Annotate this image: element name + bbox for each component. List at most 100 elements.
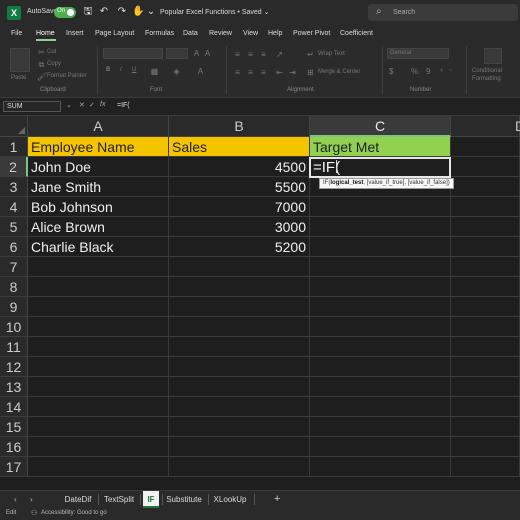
grid-cell[interactable] (451, 317, 520, 337)
grid-cell[interactable] (451, 137, 520, 157)
currency-button[interactable]: $ (389, 67, 393, 76)
row-header[interactable]: 14 (0, 397, 28, 417)
grid-cell[interactable] (451, 377, 520, 397)
row-header[interactable]: 10 (0, 317, 28, 337)
sheet-tab-datedif[interactable]: DateDif (58, 491, 98, 508)
grid-cell[interactable] (28, 417, 169, 437)
cut-icon[interactable]: ✂ (37, 48, 46, 57)
undo-icon[interactable]: ↶ (98, 6, 110, 18)
grid-cell[interactable] (28, 277, 169, 297)
cancel-icon[interactable]: ✕ (79, 101, 85, 109)
decrease-decimal-icon[interactable]: ⁻ (446, 67, 455, 76)
row-header[interactable]: 8 (0, 277, 28, 297)
grid-cell[interactable] (169, 417, 310, 437)
row-header[interactable]: 9 (0, 297, 28, 317)
grid-cell[interactable] (310, 377, 451, 397)
row-header[interactable]: 15 (0, 417, 28, 437)
column-header-a[interactable]: A (28, 116, 169, 137)
row-header[interactable]: 11 (0, 337, 28, 357)
grid-cell[interactable] (28, 377, 169, 397)
copy-label[interactable]: Copy (47, 61, 61, 67)
grid-cell[interactable] (169, 257, 310, 277)
sheet-tab-if[interactable]: IF (143, 491, 159, 508)
grid-cell[interactable] (28, 457, 169, 477)
document-title[interactable]: Popular Excel Functions • Saved ⌄ (160, 8, 269, 16)
cell-b3[interactable]: 5500 (169, 177, 310, 197)
grid-cell[interactable] (310, 397, 451, 417)
grid-cell[interactable] (310, 437, 451, 457)
cell-c1[interactable]: Target Met (310, 137, 451, 157)
redo-icon[interactable]: ↷ (116, 6, 128, 18)
grid-cell[interactable] (451, 257, 520, 277)
column-header-d[interactable]: D (451, 116, 520, 137)
insert-function-icon[interactable]: fx (100, 101, 105, 108)
select-all-button[interactable] (0, 116, 28, 137)
wrap-text-label[interactable]: Wrap Text (318, 51, 345, 57)
increase-indent-icon[interactable]: ⇥ (288, 68, 297, 77)
cell-a4[interactable]: Bob Johnson (28, 197, 169, 217)
paste-label[interactable]: Paste (11, 75, 26, 81)
grid-cell[interactable] (28, 357, 169, 377)
worksheet-grid[interactable]: A B C D 1 2 3 4 5 6 7 8 9 10 11 12 13 14… (0, 116, 520, 490)
cell-a3[interactable]: Jane Smith (28, 177, 169, 197)
grid-cell[interactable] (310, 317, 451, 337)
grid-cell[interactable] (169, 457, 310, 477)
tab-review[interactable]: Review (209, 30, 232, 37)
function-tooltip[interactable]: IF(logical_test, [value_if_true], [value… (319, 178, 454, 189)
number-format-select[interactable]: General (387, 48, 449, 59)
row-header[interactable]: 2 (0, 157, 28, 177)
underline-button[interactable]: U (132, 67, 136, 73)
align-middle-icon[interactable]: ≡ (246, 50, 255, 59)
paste-icon[interactable] (10, 48, 30, 72)
grid-cell[interactable] (451, 337, 520, 357)
tab-coefficient[interactable]: Coefficient (340, 30, 373, 37)
comma-button[interactable]: 9 (426, 67, 430, 76)
font-name-select[interactable] (103, 48, 163, 59)
grid-cell[interactable] (451, 217, 520, 237)
cell-b1[interactable]: Sales (169, 137, 310, 157)
merge-center-label[interactable]: Merge & Center (318, 69, 360, 75)
row-header[interactable]: 3 (0, 177, 28, 197)
grid-cell[interactable] (28, 257, 169, 277)
merge-center-icon[interactable]: ⊞ (306, 68, 315, 77)
cell-a1[interactable]: Employee Name (28, 137, 169, 157)
tab-page-layout[interactable]: Page Layout (95, 30, 134, 37)
grid-cell[interactable] (169, 277, 310, 297)
bold-button[interactable]: B (106, 67, 110, 73)
grid-cell[interactable] (169, 437, 310, 457)
tab-view[interactable]: View (243, 30, 258, 37)
grid-cell[interactable] (310, 297, 451, 317)
column-header-b[interactable]: B (169, 116, 310, 137)
grid-cell[interactable] (451, 177, 520, 197)
tab-insert[interactable]: Insert (66, 30, 84, 37)
grid-cell[interactable] (169, 297, 310, 317)
grid-cell[interactable] (310, 417, 451, 437)
tab-home[interactable]: Home (36, 30, 55, 37)
grid-cell[interactable] (451, 397, 520, 417)
row-header[interactable]: 1 (0, 137, 28, 157)
align-top-icon[interactable]: ≡ (233, 50, 242, 59)
grid-cell[interactable] (310, 217, 451, 237)
conditional-formatting-label[interactable]: Conditional Formatting (472, 67, 518, 83)
tab-formulas[interactable]: Formulas (145, 30, 174, 37)
name-box[interactable]: SUM (3, 101, 61, 112)
increase-font-icon[interactable]: A (192, 49, 201, 58)
row-header[interactable]: 5 (0, 217, 28, 237)
align-bottom-icon[interactable]: ≡ (259, 50, 268, 59)
row-header[interactable]: 16 (0, 437, 28, 457)
name-box-dropdown-icon[interactable]: ⌄ (66, 101, 72, 109)
cell-b6[interactable]: 5200 (169, 237, 310, 257)
active-cell-c2[interactable]: =IF( (309, 157, 451, 178)
tab-help[interactable]: Help (268, 30, 282, 37)
enter-icon[interactable]: ✓ (89, 101, 95, 109)
grid-cell[interactable] (169, 377, 310, 397)
prev-sheet-icon[interactable]: ‹ (14, 495, 17, 504)
accessibility-icon[interactable]: ⚇ (31, 509, 37, 517)
borders-icon[interactable]: ▦ (150, 67, 159, 76)
cell-b4[interactable]: 7000 (169, 197, 310, 217)
grid-cell[interactable] (169, 337, 310, 357)
fill-color-icon[interactable]: ◈ (172, 67, 181, 76)
cell-a2[interactable]: John Doe (28, 157, 169, 177)
wrap-text-icon[interactable]: ↵ (306, 50, 315, 59)
grid-cell[interactable] (310, 197, 451, 217)
